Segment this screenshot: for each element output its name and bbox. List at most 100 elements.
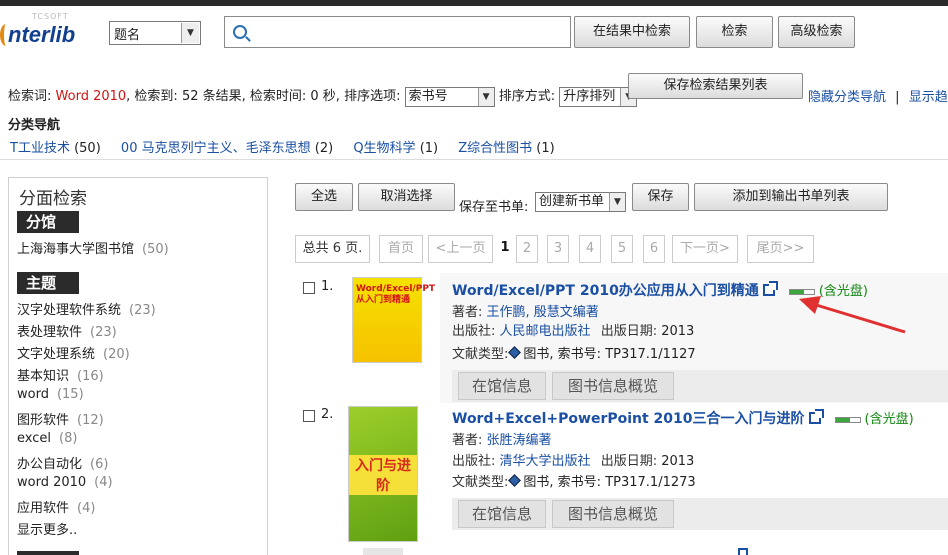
booklist-select[interactable]: 创建新书单 ▼ — [535, 192, 626, 212]
facet-head-branch: 分馆 — [17, 211, 79, 233]
chevron-down-icon: ▼ — [609, 193, 625, 211]
sort-field-value: 索书号 — [408, 88, 448, 104]
tab-holdings[interactable]: 在馆信息 — [458, 372, 546, 400]
pager-total: 总共 6 页. — [295, 235, 370, 263]
result-author: 著者: 张胜涛编著 — [452, 433, 552, 448]
logo-small-text: TCSOFT — [32, 12, 69, 21]
open-external-icon[interactable] — [808, 409, 824, 424]
author-link[interactable]: 王作鹏, 殷慧文编著 — [487, 305, 599, 320]
facet-item-topic[interactable]: 文字处理系统 (20) — [17, 343, 130, 362]
advanced-search-button[interactable]: 高级检索 — [778, 16, 855, 48]
search-field-select[interactable]: 题名 ▼ — [109, 21, 201, 45]
logo-text: nterlib — [8, 22, 76, 47]
result-title-link[interactable]: Word/Excel/PPT 2010办公应用从入门到精通 — [452, 283, 759, 299]
facet-item-topic[interactable]: 图形软件 (12) — [17, 409, 104, 428]
facet-item-topic[interactable]: 基本知识 (16) — [17, 365, 104, 384]
save-results-button[interactable]: 保存检索结果列表 — [628, 73, 803, 99]
category-item[interactable]: Q生物科学 (1) — [353, 141, 446, 156]
facet-item-topic[interactable]: word (15) — [17, 387, 84, 402]
divider — [0, 159, 948, 160]
save-to-list-label: 保存至书单: — [459, 200, 529, 215]
save-button[interactable]: 保存 — [632, 183, 689, 211]
book-cover[interactable]: 入门与进阶 — [348, 406, 418, 542]
disc-indicator-icon — [834, 416, 861, 423]
deselect-button[interactable]: 取消选择 — [358, 183, 455, 211]
category-nav-title: 分类导航 — [8, 118, 61, 133]
sort-order-value: 升序排列 — [563, 88, 616, 104]
tab-holdings[interactable]: 在馆信息 — [458, 500, 546, 528]
result-tabbar: 在馆信息 图书信息概览 — [452, 370, 948, 402]
search-icon — [233, 25, 247, 39]
pager-prev[interactable]: <上一页 — [428, 235, 493, 263]
pager-page-current[interactable]: 1 — [496, 235, 514, 263]
facet-head-next — [17, 551, 79, 555]
tab-overview[interactable]: 图书信息概览 — [552, 372, 674, 400]
sort-field-select[interactable]: 索书号 ▼ — [404, 86, 495, 107]
show-trend-link[interactable]: 显示趋势 — [909, 90, 948, 105]
pager-first[interactable]: 首页 — [379, 235, 423, 263]
result-checkbox[interactable] — [303, 282, 315, 294]
hide-category-nav-link[interactable]: 隐藏分类导航 — [808, 90, 886, 105]
category-nav: T工业技术 (50) 00 马克思列宁主义、毛泽东思想 (2) Q生物科学 (1… — [10, 137, 571, 156]
book-cover-text: 入门与进阶 — [349, 455, 417, 495]
nav-links: 隐藏分类导航 | 显示趋势 — [808, 86, 948, 105]
search-stats: , 检索到: 52 条结果, 检索时间: 0 秒, 排序选项: — [126, 89, 401, 104]
pager-page[interactable]: 2 — [516, 235, 538, 263]
result-checkbox[interactable] — [303, 410, 315, 422]
search-summary: 检索词: Word 2010, 检索到: 52 条结果, 检索时间: 0 秒, … — [8, 85, 638, 107]
add-to-output-button[interactable]: 添加到输出书单列表 — [694, 183, 888, 211]
pager-next[interactable]: 下一页> — [672, 235, 738, 263]
facet-item-topic[interactable]: 汉字处理软件系统 (23) — [17, 299, 156, 318]
open-external-icon[interactable] — [762, 281, 778, 296]
result-type: 文献类型: 图书, 索书号: TP317.1/1127 — [452, 346, 696, 362]
sort-order-label: 排序方式: — [498, 89, 556, 104]
result-title-link[interactable]: Word+Excel+PowerPoint 2010三合一入门与进阶 — [452, 411, 805, 427]
result-publisher: 出版社: 人民邮电出版社 出版日期: 2013 — [452, 324, 695, 339]
pager-page[interactable]: 6 — [643, 235, 665, 263]
facet-item-topic[interactable]: 办公自动化 (6) — [17, 453, 108, 472]
sort-order-select[interactable]: 升序排列 ▼ — [559, 86, 638, 107]
pager-page[interactable]: 4 — [579, 235, 601, 263]
booklist-select-value: 创建新书单 — [539, 194, 605, 209]
disc-label: (含光盘) — [864, 412, 914, 427]
publisher-link[interactable]: 人民邮电出版社 — [500, 324, 591, 339]
facet-item-topic[interactable]: excel (8) — [17, 431, 77, 446]
top-bar — [0, 0, 948, 6]
category-item[interactable]: 00 马克思列宁主义、毛泽东思想 (2) — [121, 141, 341, 156]
facet-item-topic[interactable]: word 2010 (4) — [17, 475, 113, 490]
pager-page[interactable]: 5 — [611, 235, 633, 263]
search-input[interactable] — [224, 16, 571, 48]
facet-item-topic[interactable]: 应用软件 (4) — [17, 497, 95, 516]
facet-title: 分面检索 — [19, 189, 87, 209]
interlib-logo[interactable]: TCSOFT nterlib — [0, 10, 100, 50]
search-in-results-button[interactable]: 在结果中检索 — [574, 16, 690, 48]
publisher-link[interactable]: 清华大学出版社 — [500, 454, 591, 469]
result-tabbar: 在馆信息 图书信息概览 — [452, 498, 948, 530]
author-link[interactable]: 张胜涛编著 — [487, 433, 552, 448]
chevron-down-icon: ▼ — [181, 23, 199, 43]
book-cover[interactable]: Word/Excel/PPT 从入门到精通 — [352, 277, 436, 363]
pager-page[interactable]: 3 — [547, 235, 569, 263]
annotation-arrow-icon — [799, 296, 906, 334]
link-separator: | — [895, 90, 900, 105]
facet-item-topic[interactable]: 表处理软件 (23) — [17, 321, 117, 340]
search-word-label: 检索词: — [8, 89, 52, 104]
result-number: 2. — [321, 407, 334, 422]
facet-item-branch[interactable]: 上海海事大学图书馆 (50) — [17, 238, 169, 257]
result-title-line: Word+Excel+PowerPoint 2010三合一入门与进阶 (含光盘) — [452, 408, 914, 428]
tab-overview[interactable]: 图书信息概览 — [552, 500, 674, 528]
category-item[interactable]: Z综合性图书 (1) — [458, 141, 562, 156]
facet-panel: 分面检索 分馆 上海海事大学图书馆 (50) 主题 汉字处理软件系统 (23) 表处… — [8, 177, 268, 555]
book-cover-text: Word/Excel/PPT 从入门到精通 — [356, 284, 436, 305]
book-type-icon — [508, 346, 522, 359]
facet-show-more-link[interactable]: 显示更多.. — [17, 519, 77, 538]
result-publisher: 出版社: 清华大学出版社 出版日期: 2013 — [452, 454, 695, 469]
result-author: 著者: 王作鹏, 殷慧文编著 — [452, 305, 599, 320]
result-type: 文献类型: 图书, 索书号: TP317.1/1273 — [452, 474, 696, 490]
select-all-button[interactable]: 全选 — [295, 183, 353, 211]
chevron-down-icon: ▼ — [477, 87, 494, 106]
category-item[interactable]: T工业技术 (50) — [10, 141, 109, 156]
pager-last[interactable]: 尾页>> — [747, 235, 814, 263]
search-button[interactable]: 检索 — [696, 16, 773, 48]
search-field-value: 题名 — [114, 28, 141, 43]
